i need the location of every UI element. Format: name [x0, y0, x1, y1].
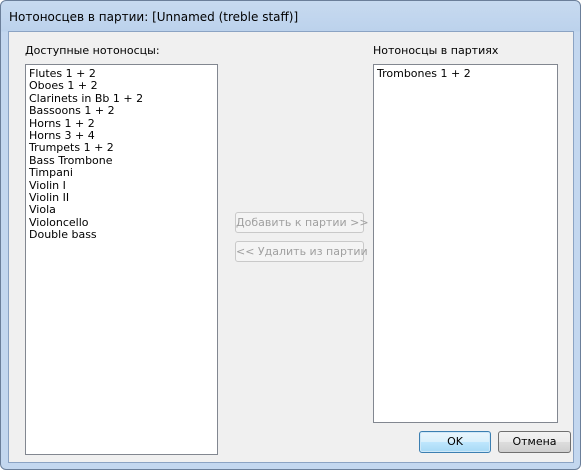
- staves-in-parts-list[interactable]: Trombones 1 + 2: [373, 64, 558, 423]
- list-item[interactable]: Timpani: [26, 166, 217, 179]
- available-staves-label: Доступные нотоносцы:: [25, 44, 160, 57]
- remove-from-part-button[interactable]: << Удалить из партии: [235, 241, 368, 262]
- list-item[interactable]: Trombones 1 + 2: [374, 67, 557, 80]
- list-item[interactable]: Trumpets 1 + 2: [26, 142, 217, 155]
- list-item[interactable]: Viola: [26, 204, 217, 217]
- window-title: Нотоносцев в партии: [Unnamed (treble st…: [9, 10, 299, 24]
- list-item[interactable]: Oboes 1 + 2: [26, 79, 217, 92]
- add-to-part-button[interactable]: Добавить к партии >>: [235, 212, 369, 233]
- list-item[interactable]: Double bass: [26, 228, 217, 241]
- dialog-body: Доступные нотоносцы: Flutes 1 + 2 Oboes …: [8, 31, 574, 463]
- ok-button[interactable]: OK: [419, 431, 491, 453]
- cancel-button[interactable]: Отмена: [498, 431, 571, 453]
- staves-in-parts-label: Нотоносцы в партиях: [373, 44, 499, 57]
- dialog-window: Нотоносцев в партии: [Unnamed (treble st…: [0, 0, 581, 470]
- list-item[interactable]: Bassoons 1 + 2: [26, 104, 217, 117]
- available-staves-list[interactable]: Flutes 1 + 2 Oboes 1 + 2 Clarinets in Bb…: [25, 64, 218, 455]
